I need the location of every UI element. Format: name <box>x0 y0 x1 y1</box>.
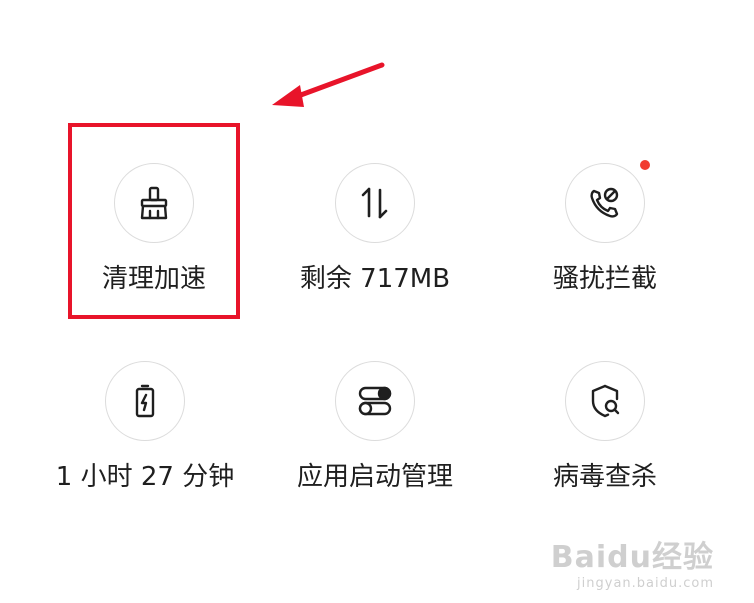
tile-icon-circle <box>565 160 650 243</box>
tile-icon-circle <box>105 361 185 441</box>
tile-harassment-block[interactable]: 骚扰拦截 <box>490 160 720 295</box>
tile-icon-circle <box>335 163 415 243</box>
tile-remaining-memory[interactable]: 剩余 717MB <box>260 163 490 295</box>
tile-clean-speedup[interactable]: 清理加速 <box>39 163 269 295</box>
battery-icon <box>135 384 155 418</box>
tile-label-clean-speedup: 清理加速 <box>101 264 206 294</box>
up-down-arrows-icon <box>361 187 388 219</box>
tile-label-app-launch-manager: 应用启动管理 <box>296 462 453 492</box>
tile-label-battery: 1 小时 27 分钟 <box>55 462 235 492</box>
baidu-watermark: Baidu经验 jingyan.baidu.com <box>551 532 714 591</box>
phone-block-icon <box>590 187 619 218</box>
tile-label-remaining-memory: 剩余 717MB <box>299 264 451 294</box>
annotation-arrow <box>272 62 385 107</box>
watermark-url: jingyan.baidu.com <box>577 576 714 591</box>
tile-icon-circle <box>335 361 415 441</box>
tile-app-launch-manager[interactable]: 应用启动管理 <box>260 361 490 493</box>
tile-icon-circle <box>565 361 645 441</box>
tile-battery[interactable]: 1 小时 27 分钟 <box>30 361 260 493</box>
shield-search-icon <box>591 384 620 418</box>
watermark-logo-text: Baidu经验 <box>550 540 714 575</box>
toggles-icon <box>358 386 392 416</box>
tile-icon-circle <box>114 163 194 243</box>
tile-label-virus-scan: 病毒查杀 <box>552 462 657 492</box>
tile-label-harassment-block: 骚扰拦截 <box>552 264 657 294</box>
tile-virus-scan[interactable]: 病毒查杀 <box>490 361 720 493</box>
broom-icon <box>140 186 168 220</box>
notification-dot <box>640 160 650 170</box>
